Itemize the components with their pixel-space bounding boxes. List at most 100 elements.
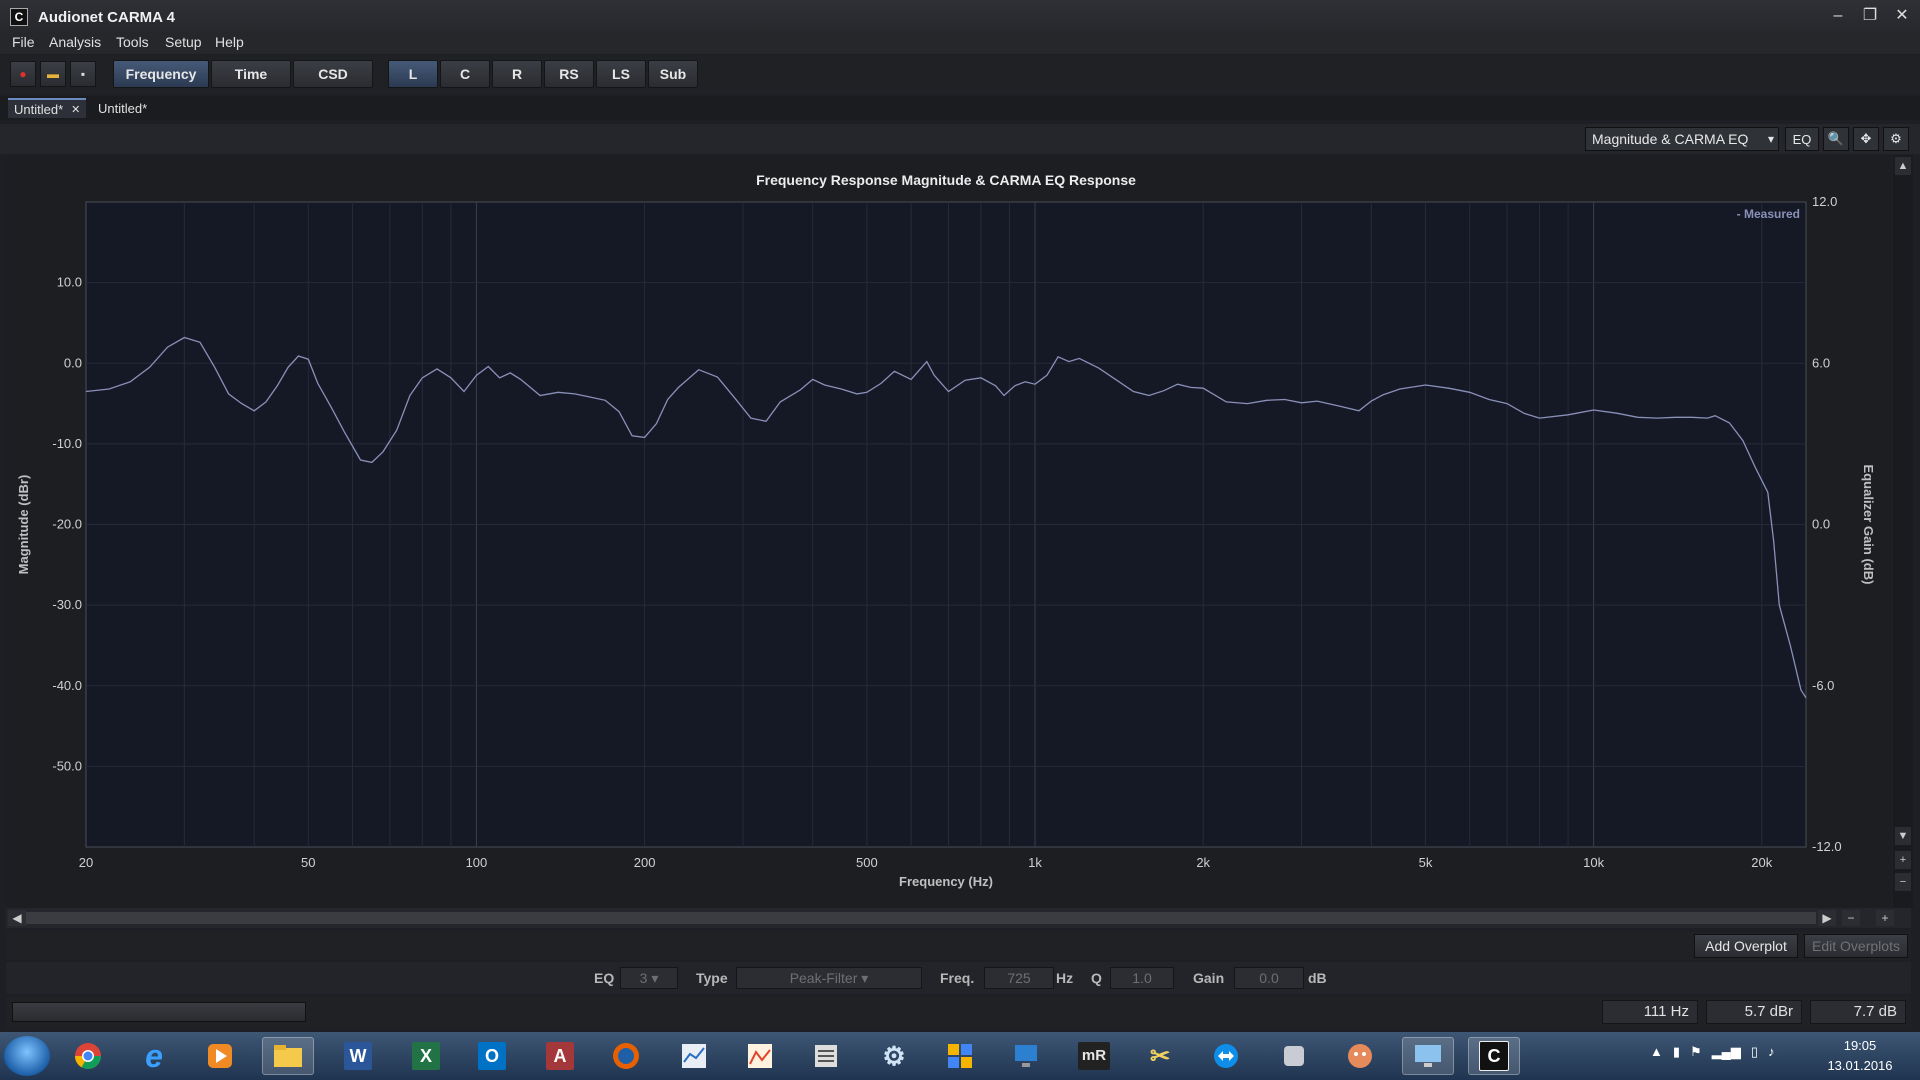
frequency-response-chart[interactable]: 20 50 100 200 500 1k 2k 5k 10k 20k 10.0 0.0 -10.0 -2… (6, 155, 1891, 908)
close-icon[interactable]: ✕ (1892, 6, 1912, 26)
scroll-left-icon[interactable]: ◀ (8, 910, 26, 926)
freq-label: Freq. (940, 970, 975, 986)
y-tick-label: -20.0 (52, 517, 82, 532)
menu-tools[interactable]: Tools (116, 34, 149, 50)
channel-l-button[interactable]: L (388, 60, 438, 88)
minimize-icon[interactable]: ‒ (1828, 6, 1848, 26)
channel-rs-button[interactable]: RS (544, 60, 594, 88)
channel-sub-button[interactable]: Sub (648, 60, 698, 88)
tray-flag-icon[interactable]: ⚑ (1690, 1044, 1702, 1060)
y-axis-ticks: 10.0 0.0 -10.0 -20.0 -30.0 -40.0 -50.0 (52, 275, 82, 774)
chevron-down-icon: ▾ (1767, 132, 1774, 146)
maximize-icon[interactable]: ❐ (1860, 6, 1880, 26)
security-app-icon[interactable] (1268, 1037, 1320, 1075)
type-select[interactable]: Peak-Filter ▾ (736, 967, 922, 989)
type-select-value: Peak-Filter (789, 970, 858, 986)
tiles-app-icon[interactable] (934, 1037, 986, 1075)
tools-app-icon[interactable]: ✂ (1134, 1037, 1186, 1075)
menu-setup[interactable]: Setup (165, 34, 202, 50)
tray-antivirus-icon[interactable]: ▮ (1673, 1044, 1680, 1060)
tray-battery-icon[interactable]: ▯ (1751, 1044, 1758, 1060)
menu-file[interactable]: File (12, 34, 35, 50)
remote-desktop-icon[interactable] (1402, 1037, 1454, 1075)
teamviewer-icon[interactable] (1200, 1037, 1252, 1075)
mr-app-icon[interactable]: mR (1068, 1037, 1120, 1075)
taskbar-clock[interactable]: 19:05 13.01.2016 (1820, 1036, 1900, 1076)
scroll-up-icon[interactable]: ▲ (1895, 157, 1911, 175)
eq-label: EQ (594, 970, 615, 986)
settings-gear-app-icon[interactable]: ⚙ (868, 1037, 920, 1075)
open-folder-icon[interactable]: ▬ (40, 61, 66, 87)
media-player-icon[interactable] (194, 1037, 246, 1075)
hzoom-minus-icon[interactable]: − (1842, 910, 1860, 926)
chrome-icon[interactable] (62, 1037, 114, 1075)
tab-untitled-1[interactable]: Untitled* ✕ (8, 98, 87, 118)
scroll-track[interactable] (26, 912, 1816, 924)
zoom-icon[interactable]: 🔍 (1823, 127, 1849, 151)
vertical-scrollbar[interactable]: ▲ ▼ + − (1893, 155, 1913, 908)
outlook-icon[interactable]: O (466, 1037, 518, 1075)
channel-ls-button[interactable]: LS (596, 60, 646, 88)
access-icon[interactable]: A (534, 1037, 586, 1075)
plot-area: 20 50 100 200 500 1k 2k 5k 10k 20k 10.0 0.0 -10.0 -2… (6, 155, 1891, 908)
gain-input[interactable]: 0.0 (1234, 967, 1304, 989)
eq-toggle-button[interactable]: EQ (1785, 127, 1819, 151)
vzoom-minus-icon[interactable]: − (1895, 873, 1911, 891)
word-icon[interactable]: W (332, 1037, 384, 1075)
freq-input[interactable]: 725 (984, 967, 1054, 989)
excel-icon[interactable]: X (400, 1037, 452, 1075)
settings-icon[interactable]: ⚙ (1883, 127, 1909, 151)
menu-help[interactable]: Help (215, 34, 244, 50)
eq-select-value: 3 (639, 970, 648, 986)
save-icon[interactable]: ▪ (70, 61, 96, 87)
record-icon[interactable]: ● (10, 61, 36, 87)
vzoom-plus-icon[interactable]: + (1895, 851, 1911, 869)
character-app-icon[interactable] (1334, 1037, 1386, 1075)
plot-view-select[interactable]: Magnitude & CARMA EQ ▾ (1585, 127, 1779, 151)
desktop-app-icon[interactable] (1000, 1037, 1052, 1075)
internet-explorer-icon[interactable]: e (128, 1037, 180, 1075)
horizontal-scrollbar[interactable]: ◀ ▶ − + (6, 908, 1911, 928)
eq-parameter-bar: EQ 3 ▾ Type Peak-Filter ▾ Freq. 725 Hz Q… (6, 962, 1911, 994)
add-overplot-button[interactable]: Add Overplot (1694, 934, 1798, 958)
edit-overplots-button[interactable]: Edit Overplots (1804, 934, 1908, 958)
main-toolbar: ● ▬ ▪ Frequency Time CSD L C R RS LS Sub (0, 55, 1920, 94)
q-input[interactable]: 1.0 (1110, 967, 1174, 989)
y-tick-label: 0.0 (64, 355, 82, 370)
channel-r-button[interactable]: R (492, 60, 542, 88)
view-frequency-button[interactable]: Frequency (113, 60, 209, 88)
menu-analysis[interactable]: Analysis (49, 34, 101, 50)
y-tick-label: -50.0 (52, 758, 82, 773)
cursor-gain: 7.7 dB (1810, 1000, 1906, 1024)
view-csd-button[interactable]: CSD (293, 60, 373, 88)
chart-app-icon[interactable] (668, 1037, 720, 1075)
x-tick-label: 20 (79, 855, 93, 870)
scroll-down-icon[interactable]: ▼ (1895, 827, 1911, 845)
x-tick-label: 2k (1196, 855, 1210, 870)
firefox-icon[interactable] (600, 1037, 652, 1075)
y2-tick-label: 0.0 (1812, 517, 1830, 532)
tab-close-icon[interactable]: ✕ (71, 103, 80, 116)
y2-tick-label: 12.0 (1812, 194, 1837, 209)
tab-untitled-2[interactable]: Untitled* (92, 98, 153, 118)
progress-bar (12, 1002, 306, 1022)
x-tick-label: 5k (1419, 855, 1433, 870)
channel-c-button[interactable]: C (440, 60, 490, 88)
tray-network-icon[interactable]: ▂▄▆ (1712, 1044, 1741, 1060)
list-app-icon[interactable] (800, 1037, 852, 1075)
pan-icon[interactable]: ✥ (1853, 127, 1879, 151)
scroll-right-icon[interactable]: ▶ (1818, 910, 1836, 926)
tray-volume-icon[interactable]: ♪ (1768, 1044, 1775, 1060)
start-button-icon[interactable] (4, 1036, 50, 1076)
view-time-button[interactable]: Time (211, 60, 291, 88)
y2-axis-ticks: 12.0 6.0 0.0 -6.0 -12.0 (1812, 194, 1842, 854)
gain-unit: dB (1308, 970, 1327, 986)
hzoom-plus-icon[interactable]: + (1876, 910, 1894, 926)
carma-app-icon[interactable]: C (1468, 1037, 1520, 1075)
eq-select[interactable]: 3 ▾ (620, 967, 678, 989)
tray-expand-icon[interactable]: ▲ (1650, 1044, 1663, 1060)
file-explorer-icon[interactable] (262, 1037, 314, 1075)
q-label: Q (1091, 970, 1102, 986)
y-tick-label: -40.0 (52, 678, 82, 693)
graph-app-icon[interactable] (734, 1037, 786, 1075)
